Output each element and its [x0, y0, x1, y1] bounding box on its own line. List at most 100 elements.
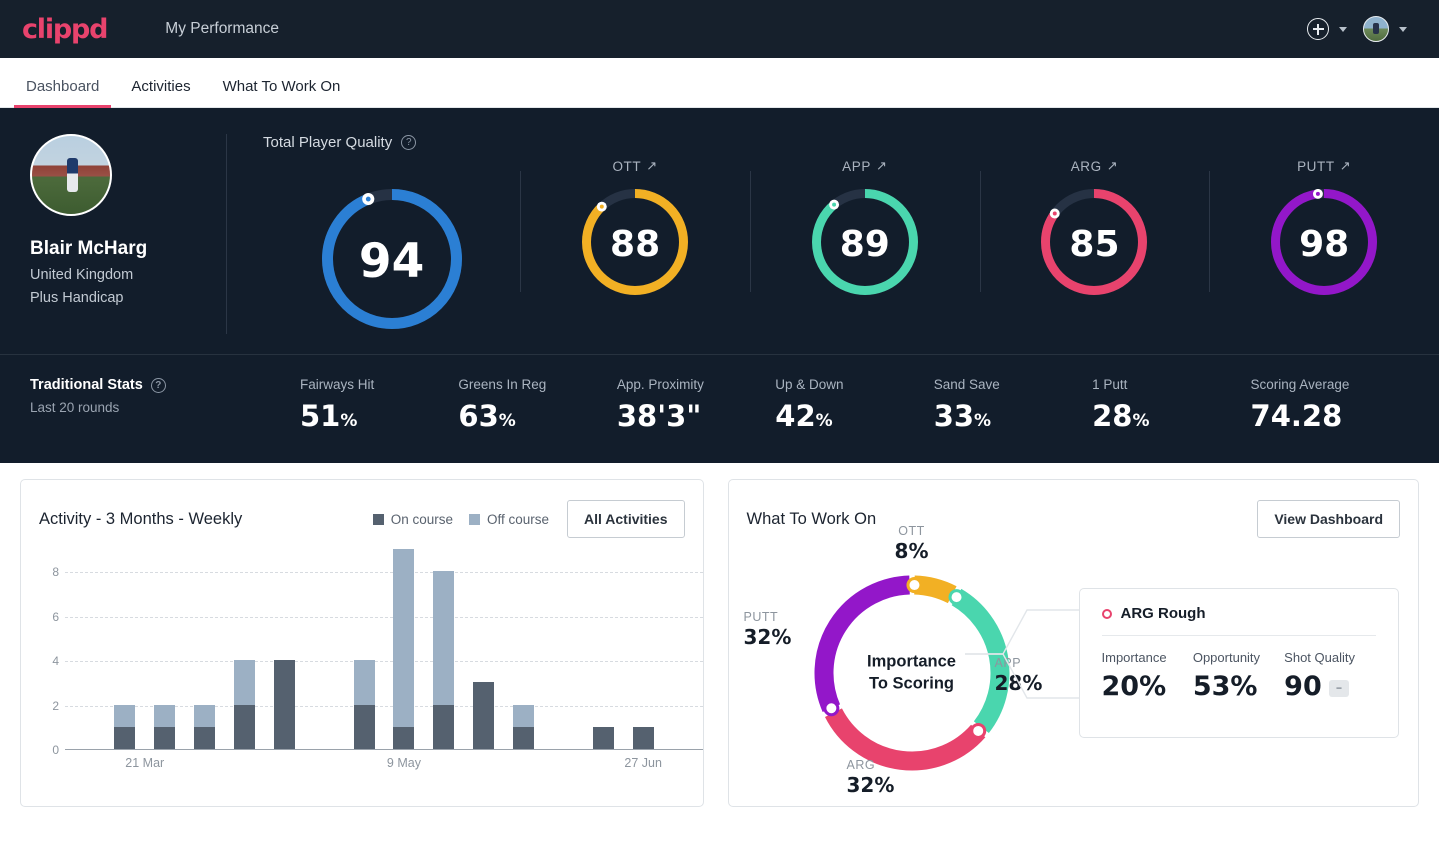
help-circle-icon-traditional[interactable]: ? [150, 377, 166, 393]
donut-label-ott: OTT 8% [895, 524, 929, 563]
bar[interactable] [393, 549, 415, 749]
quality-gauges: 94 OTT ↗ 88 APP ↗ 89 ARG ↗ 85 PUTT ↗ 98 [263, 157, 1439, 334]
bar[interactable] [632, 726, 654, 749]
gauge-ott[interactable]: OTT ↗ 88 [520, 157, 750, 300]
all-activities-button[interactable]: All Activities [567, 500, 685, 538]
donut-slice-arg[interactable] [824, 708, 985, 771]
tab-activities[interactable]: Activities [115, 78, 206, 107]
donut-label-arg-value: 32% [846, 773, 895, 797]
bar-slot[interactable] [264, 660, 304, 749]
bar-segment-on-course [632, 726, 654, 749]
bar-slot[interactable] [344, 660, 384, 749]
gauge-value: 89 [839, 224, 890, 265]
clippd-logo[interactable]: clippd [22, 14, 109, 45]
bar-slot[interactable] [623, 726, 663, 749]
gauge-total[interactable]: 94 [263, 157, 520, 334]
bar[interactable] [114, 704, 136, 749]
bar[interactable] [273, 660, 295, 749]
bar-segment-on-course [154, 726, 176, 749]
plus-circle-icon[interactable] [1307, 18, 1329, 40]
player-avatar [30, 134, 112, 216]
x-tick-label: 27 Jun [624, 756, 662, 770]
gauge-value: 94 [358, 234, 425, 289]
detail-metrics: Importance 20% Opportunity 53% Shot Qual… [1102, 650, 1376, 702]
bar-segment-on-course [393, 726, 415, 749]
donut-center-line2: To Scoring [869, 675, 954, 693]
metric-shot-quality-value: 90 [1284, 671, 1322, 702]
bar-slot[interactable] [145, 704, 185, 749]
bar-segment-on-course [592, 726, 614, 749]
bar-segment-on-course [513, 726, 535, 749]
legend-label-off-course: Off course [486, 511, 549, 527]
trend-up-arrow-icon: ↗ [875, 158, 888, 173]
help-circle-icon[interactable]: ? [401, 135, 417, 150]
bar-segment-on-course [273, 660, 295, 749]
bar[interactable] [353, 660, 375, 749]
stat-label: Scoring Average [1250, 377, 1350, 392]
bar-segment-on-course [233, 704, 255, 749]
gauge-ring: 88 [582, 189, 689, 300]
donut-marker-app [948, 589, 965, 606]
y-tick-label: 4 [52, 654, 59, 669]
user-avatar[interactable] [1363, 16, 1389, 42]
donut-label-putt: PUTT 32% [744, 610, 792, 649]
stat-label: Greens In Reg [458, 377, 547, 392]
gauge-app[interactable]: APP ↗ 89 [749, 157, 980, 300]
gauge-putt[interactable]: PUTT ↗ 98 [1209, 157, 1439, 300]
bar-slot[interactable] [225, 660, 265, 749]
bar-segment-on-course [353, 704, 375, 749]
bar[interactable] [433, 571, 455, 749]
donut-label-arg-key: ARG [846, 758, 876, 772]
donut-center-line1: Importance [867, 652, 956, 671]
trend-up-arrow-icon: ↗ [1106, 158, 1119, 173]
detail-panel-arg-rough[interactable]: ARG Rough Importance 20% Opportunity 53%… [1078, 588, 1399, 738]
bar-slot[interactable] [105, 704, 145, 749]
legend-swatch-off-course [468, 513, 480, 525]
bar[interactable] [513, 704, 535, 749]
gauge-ring: 94 [321, 189, 462, 334]
legend-off-course: Off course [468, 511, 549, 527]
tab-what-to-work-on[interactable]: What To Work On [207, 78, 357, 107]
chevron-down-icon-user[interactable] [1399, 26, 1407, 32]
donut-label-ott-key: OTT [898, 524, 925, 538]
traditional-stats-section: Traditional Stats ? Last 20 rounds Fairw… [0, 355, 1439, 463]
stat-value: 38'3" [616, 399, 702, 433]
metric-shot-quality-value-wrap: 90 – [1284, 671, 1375, 702]
tab-dashboard[interactable]: Dashboard [10, 78, 115, 108]
bar-slot[interactable] [384, 549, 424, 749]
donut-label-putt-key: PUTT [743, 610, 779, 624]
bar-slot[interactable] [583, 726, 623, 749]
chevron-down-icon-add[interactable] [1339, 26, 1347, 32]
y-tick-label: 2 [52, 698, 59, 713]
player-name: Blair McHarg [30, 238, 148, 259]
bar[interactable] [592, 726, 614, 749]
shot-quality-trend-chip: – [1328, 680, 1350, 697]
bar[interactable] [473, 682, 495, 749]
bar-slot[interactable] [185, 704, 225, 749]
bar-segment-off-course [393, 549, 415, 727]
ring-dot-icon [1101, 608, 1112, 619]
bar[interactable] [233, 660, 255, 749]
y-tick-label: 6 [52, 609, 59, 624]
bar-slot[interactable] [464, 682, 504, 749]
x-tick-label: 21 Mar [125, 756, 165, 770]
detail-panel-title: ARG Rough [1120, 605, 1206, 622]
bar-segment-on-course [114, 726, 136, 749]
legend-on-course: On course [372, 512, 453, 527]
bar-segment-off-course [154, 704, 176, 727]
what-to-work-on-card: What To Work On View Dashboard Importanc… [727, 479, 1419, 807]
bar-slot[interactable] [424, 571, 464, 749]
gauge-arg[interactable]: ARG ↗ 85 [979, 157, 1210, 300]
donut-label-ott-value: 8% [894, 539, 929, 563]
bar-slot[interactable] [504, 704, 544, 749]
traditional-stat-list: Fairways Hit 51% Greens In Reg 63% App. Pr… [300, 377, 1409, 433]
app-title: My Performance [165, 20, 279, 37]
player-country: United Kingdom [30, 267, 134, 283]
bar-segment-off-course [233, 660, 255, 705]
bar[interactable] [194, 704, 216, 749]
bar[interactable] [154, 704, 176, 749]
dashboard-cards: Activity - 3 Months - Weekly On course O… [0, 463, 1439, 823]
stat-up-down: Up & Down 42% [775, 377, 933, 433]
stat-1-putt: 1 Putt 28% [1092, 377, 1250, 433]
view-dashboard-button[interactable]: View Dashboard [1257, 500, 1400, 538]
